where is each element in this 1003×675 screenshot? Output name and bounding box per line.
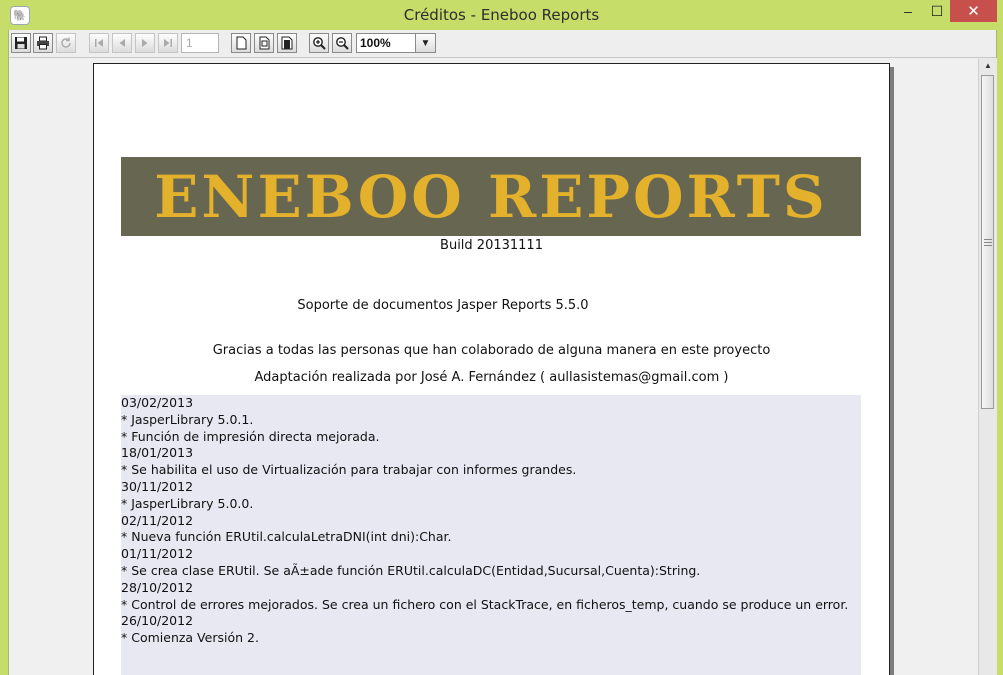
scroll-thumb[interactable] — [981, 75, 994, 409]
thanks-label: Gracias a todas las personas que han col… — [212, 343, 771, 358]
changelog-line: * Se crea clase ERUtil. Se aÃ±ade funció… — [121, 562, 701, 578]
fit-page-icon — [259, 36, 270, 50]
changelog-line: 03/02/2013 — [121, 395, 194, 410]
changelog-line: 30/11/2012 — [121, 478, 194, 494]
last-page-button[interactable] — [158, 33, 178, 53]
support-label: Soporte de documentos Jasper Reports 5.5… — [297, 298, 589, 313]
chevron-down-icon: ▼ — [420, 37, 431, 49]
close-button[interactable]: ✕ — [950, 0, 997, 22]
fit-width-button[interactable] — [277, 33, 297, 53]
first-page-icon — [95, 39, 103, 47]
grip-line — [984, 242, 992, 243]
changelog-line: * JasperLibrary 5.0.1. — [121, 411, 254, 427]
zoom-out-icon — [336, 37, 349, 50]
scroll-up-button[interactable]: ▲ — [979, 58, 997, 73]
changelog-line: * Nueva función ERUtil.calculaLetraDNI(i… — [121, 529, 452, 545]
zoom-in-icon — [313, 37, 326, 50]
chevron-up-icon: ▲ — [984, 61, 992, 70]
zoom-in-button[interactable] — [309, 33, 329, 53]
last-page-icon — [164, 39, 172, 47]
adaptation-label: Adaptación realizada por José A. Fernánd… — [254, 370, 729, 385]
changelog-line: 18/01/2013 — [121, 445, 194, 461]
zoom-dropdown-button[interactable]: ▼ — [415, 33, 436, 53]
report-banner: ENEBOO REPORTS — [121, 157, 861, 236]
print-button[interactable] — [33, 33, 53, 53]
changelog-line: 02/11/2012 — [121, 512, 194, 528]
changelog-line: 26/10/2012 — [121, 613, 194, 629]
page-number-input[interactable]: 1 — [181, 33, 219, 53]
changelog-line: 28/10/2012 — [121, 579, 194, 595]
grip-line — [984, 239, 992, 240]
floppy-icon — [15, 37, 27, 49]
grip-line — [984, 245, 992, 246]
window-frame-left — [0, 30, 8, 675]
window-title: Créditos - Eneboo Reports — [403, 6, 600, 24]
previous-page-icon — [119, 39, 125, 47]
report-viewer: 1 100% ▼ ENEBOO REPORTS Build 20131111 S… — [8, 30, 997, 675]
changelog: 03/02/2013 * JasperLibrary 5.0.1. * Func… — [121, 395, 861, 675]
changelog-line: * JasperLibrary 5.0.0. — [121, 495, 254, 511]
changelog-line: 01/11/2012 — [121, 546, 194, 562]
previous-page-button[interactable] — [112, 33, 132, 53]
fit-page-button[interactable] — [254, 33, 274, 53]
report-page: ENEBOO REPORTS Build 20131111 Soporte de… — [93, 63, 890, 675]
zoom-out-button[interactable] — [332, 33, 352, 53]
changelog-line: * Comienza Versión 2. — [121, 630, 259, 646]
actual-size-button[interactable] — [231, 33, 251, 53]
page-icon — [236, 36, 247, 50]
minimize-button[interactable]: – — [893, 0, 923, 22]
maximize-button[interactable]: ☐ — [922, 0, 952, 22]
next-page-icon — [142, 39, 148, 47]
banner-title: ENEBOO REPORTS — [154, 162, 828, 231]
changelog-line: * Se habilita el uso de Virtualización p… — [121, 462, 577, 478]
reload-icon — [61, 37, 71, 48]
reload-button[interactable] — [56, 33, 76, 53]
changelog-line: * Control de errores mejorados. Se crea … — [121, 596, 849, 612]
title-bar: 🐘 Créditos - Eneboo Reports – ☐ ✕ — [0, 0, 1003, 30]
first-page-button[interactable] — [89, 33, 109, 53]
changelog-line: * Función de impresión directa mejorada. — [121, 428, 380, 444]
toolbar: 1 100% ▼ — [9, 30, 996, 58]
build-label: Build 20131111 — [440, 238, 543, 253]
report-canvas[interactable]: ENEBOO REPORTS Build 20131111 Soporte de… — [9, 58, 978, 675]
vertical-scrollbar[interactable]: ▲ — [978, 58, 997, 675]
save-button[interactable] — [11, 33, 31, 53]
next-page-button[interactable] — [135, 33, 155, 53]
printer-icon — [37, 36, 49, 50]
fit-width-icon — [281, 36, 293, 50]
